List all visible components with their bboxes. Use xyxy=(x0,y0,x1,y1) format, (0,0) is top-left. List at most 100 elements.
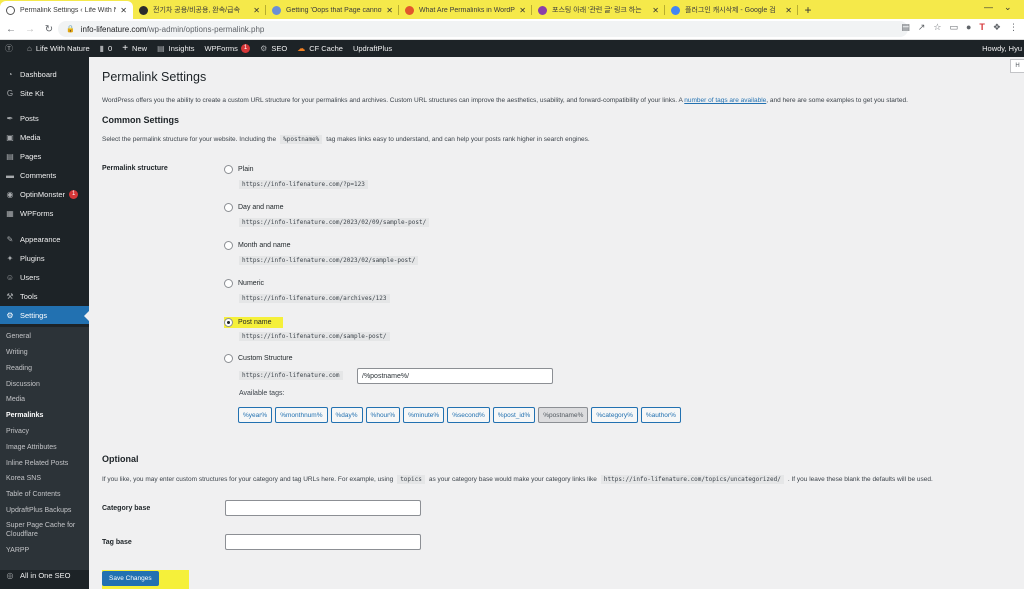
permalink-option-plain[interactable]: Plain xyxy=(224,165,254,174)
submenu-item-korea-sns[interactable]: Korea SNS xyxy=(6,474,88,483)
new-content-menu[interactable]: + New xyxy=(117,40,152,57)
sidebar-item-dashboard[interactable]: ◔ Dashboard xyxy=(0,65,89,83)
submenu-item-yarpp[interactable]: YARPP xyxy=(6,546,88,555)
tab-title: Getting 'Oops that Page cannot xyxy=(286,6,383,14)
sidebar-item-comments[interactable]: ▬ Comments xyxy=(0,166,89,184)
radio-button[interactable] xyxy=(224,203,233,212)
url-input[interactable]: 🔒 info-lifenature.com/wp-admin/options-p… xyxy=(58,21,908,37)
cf-cache-menu[interactable]: ☁ CF Cache xyxy=(292,40,348,57)
reload-icon[interactable]: ↻ xyxy=(41,24,57,35)
radio-button[interactable] xyxy=(224,279,233,288)
submenu-item-reading[interactable]: Reading xyxy=(6,364,88,373)
wordpress-logo-icon: Ⓣ xyxy=(5,44,13,53)
back-icon[interactable]: ← xyxy=(3,24,19,35)
browser-tab[interactable]: 포스팅 아래 '관련 글' 링크 하는 ✕ xyxy=(532,1,665,19)
pages-icon: ▤ xyxy=(6,151,14,161)
updraftplus-menu[interactable]: UpdraftPlus xyxy=(348,40,397,57)
radio-button[interactable] xyxy=(224,241,233,250)
tab-close-icon[interactable]: ✕ xyxy=(253,6,260,15)
permalink-option-numeric[interactable]: Numeric xyxy=(224,279,264,288)
share-icon[interactable]: ↗ xyxy=(918,22,926,33)
sidepanel-icon[interactable]: ▭ xyxy=(949,22,958,33)
submenu-item-writing[interactable]: Writing xyxy=(6,348,88,357)
submenu-item-permalinks[interactable]: Permalinks xyxy=(6,411,88,420)
insights-menu[interactable]: ▤ Insights xyxy=(152,40,199,57)
submenu-item-image-attributes[interactable]: Image Attributes xyxy=(6,443,88,452)
wp-logo-menu[interactable]: Ⓣ xyxy=(0,40,22,57)
submenu-item-media[interactable]: Media xyxy=(6,395,88,404)
sidebar-item-plugins[interactable]: ✦ Plugins xyxy=(0,249,89,267)
pinned-extension-icon[interactable]: T xyxy=(979,22,985,33)
my-account-menu[interactable]: Howdy, Hyu xyxy=(982,40,1024,57)
tab-close-icon[interactable]: ✕ xyxy=(785,6,792,15)
settings-icon: ⚙ xyxy=(6,310,14,320)
browser-tab[interactable]: What Are Permalinks in WordP ✕ xyxy=(399,1,532,19)
save-changes-button[interactable]: Save Changes xyxy=(102,571,159,586)
custom-structure-input[interactable] xyxy=(357,368,553,384)
permalink-option-day-and-name[interactable]: Day and name xyxy=(224,203,284,212)
chevron-down-icon[interactable]: ⌄ xyxy=(1004,2,1012,13)
browser-tab[interactable]: Getting 'Oops that Page cannot ✕ xyxy=(266,1,399,19)
sidebar-item-optinmonster[interactable]: ◉ OptinMonster 1 xyxy=(0,185,89,203)
sidebar-item-site-kit[interactable]: G Site Kit xyxy=(0,84,89,102)
bookmark-star-icon[interactable]: ☆ xyxy=(933,22,941,33)
tag-button[interactable]: %minute% xyxy=(403,407,445,423)
tag-button[interactable]: %year% xyxy=(238,407,273,423)
radio-button[interactable] xyxy=(224,354,233,363)
tag-button[interactable]: %category% xyxy=(591,407,638,423)
sidebar-item-users[interactable]: ☺ Users xyxy=(0,268,89,286)
admin-sidebar: ◔ Dashboard G Site Kit ✒ Posts ▣ Media ▤ Pages ▬ Co… xyxy=(0,57,89,589)
browser-tab[interactable]: Permalink Settings ‹ Life With N ✕ xyxy=(0,1,133,19)
submenu-item-privacy[interactable]: Privacy xyxy=(6,427,88,436)
submenu-item-updraftplus-backups[interactable]: UpdraftPlus Backups xyxy=(6,506,88,515)
menu-kebab-icon[interactable]: ⋮ xyxy=(1009,22,1018,33)
sidebar-item-posts[interactable]: ✒ Posts xyxy=(0,109,89,127)
tab-close-icon[interactable]: ✕ xyxy=(519,6,526,15)
category-base-input[interactable] xyxy=(225,500,421,516)
submenu-item-table-of-contents[interactable]: Table of Contents xyxy=(6,490,88,499)
submenu-item-inline-related-posts[interactable]: Inline Related Posts xyxy=(6,459,88,468)
new-tab-button[interactable]: + xyxy=(798,1,818,19)
submenu-item-general[interactable]: General xyxy=(6,332,88,341)
tag-button[interactable]: %second% xyxy=(447,407,490,423)
site-name-menu[interactable]: ⌂ Life With Nature xyxy=(22,40,95,57)
sidebar-item-settings[interactable]: ⚙ Settings xyxy=(0,306,89,324)
submenu-item-super-page-cache-for-cloudflare[interactable]: Super Page Cache for Cloudflare xyxy=(6,521,88,539)
radio-button[interactable] xyxy=(224,165,233,174)
minimize-icon[interactable]: — xyxy=(984,2,993,12)
tag-base-input[interactable] xyxy=(225,534,421,550)
browser-tab[interactable]: 플러그인 캐시삭제 - Google 검 ✕ xyxy=(665,1,798,19)
help-tab[interactable]: H xyxy=(1010,59,1024,73)
submenu-item-discussion[interactable]: Discussion xyxy=(6,380,88,389)
wpforms-menu[interactable]: WPForms 1 xyxy=(199,40,255,57)
sidebar-item-tools[interactable]: ⚒ Tools xyxy=(0,287,89,305)
tag-button[interactable]: %hour% xyxy=(365,407,401,423)
sidebar-item-all-in-one-seo[interactable]: ◎ All in One SEO xyxy=(0,566,89,584)
comments-menu[interactable]: ▮ 0 xyxy=(95,40,118,57)
tab-close-icon[interactable]: ✕ xyxy=(120,6,127,15)
tag-button[interactable]: %postname% xyxy=(538,407,589,423)
profile-avatar-icon[interactable]: ● xyxy=(966,22,971,33)
browser-tab[interactable]: 전기차 공용/비공용, 완속/급속 ✕ xyxy=(133,1,266,19)
tag-button[interactable]: %day% xyxy=(330,407,363,423)
tab-close-icon[interactable]: ✕ xyxy=(386,6,393,15)
seo-menu[interactable]: ⚙ SEO xyxy=(255,40,292,57)
sidebar-item-appearance[interactable]: ✎ Appearance xyxy=(0,230,89,248)
radio-button[interactable] xyxy=(224,318,233,327)
tab-close-icon[interactable]: ✕ xyxy=(652,6,659,15)
tag-button[interactable]: %post_id% xyxy=(492,407,536,423)
sidebar-item-pages[interactable]: ▤ Pages xyxy=(0,147,89,165)
tag-button[interactable]: %author% xyxy=(640,407,681,423)
sidebar-item-media[interactable]: ▣ Media xyxy=(0,128,89,146)
forward-icon[interactable]: → xyxy=(22,24,38,35)
tags-available-link[interactable]: number of tags are available xyxy=(684,97,766,104)
permalink-option-post-name[interactable]: Post name xyxy=(224,317,284,328)
translate-icon[interactable]: ▤ xyxy=(901,22,910,33)
main-content: H Permalink Settings WordPress offers yo… xyxy=(89,57,1024,589)
permalink-option-month-and-name[interactable]: Month and name xyxy=(224,241,291,250)
extensions-puzzle-icon[interactable]: ❖ xyxy=(993,22,1001,33)
tag-button[interactable]: %monthnum% xyxy=(275,407,328,423)
common-desc-before: Select the permalink structure for your … xyxy=(102,136,277,143)
sidebar-item-wpforms[interactable]: ▦ WPForms xyxy=(0,204,89,222)
permalink-option-custom-structure[interactable]: Custom Structure xyxy=(224,354,292,363)
